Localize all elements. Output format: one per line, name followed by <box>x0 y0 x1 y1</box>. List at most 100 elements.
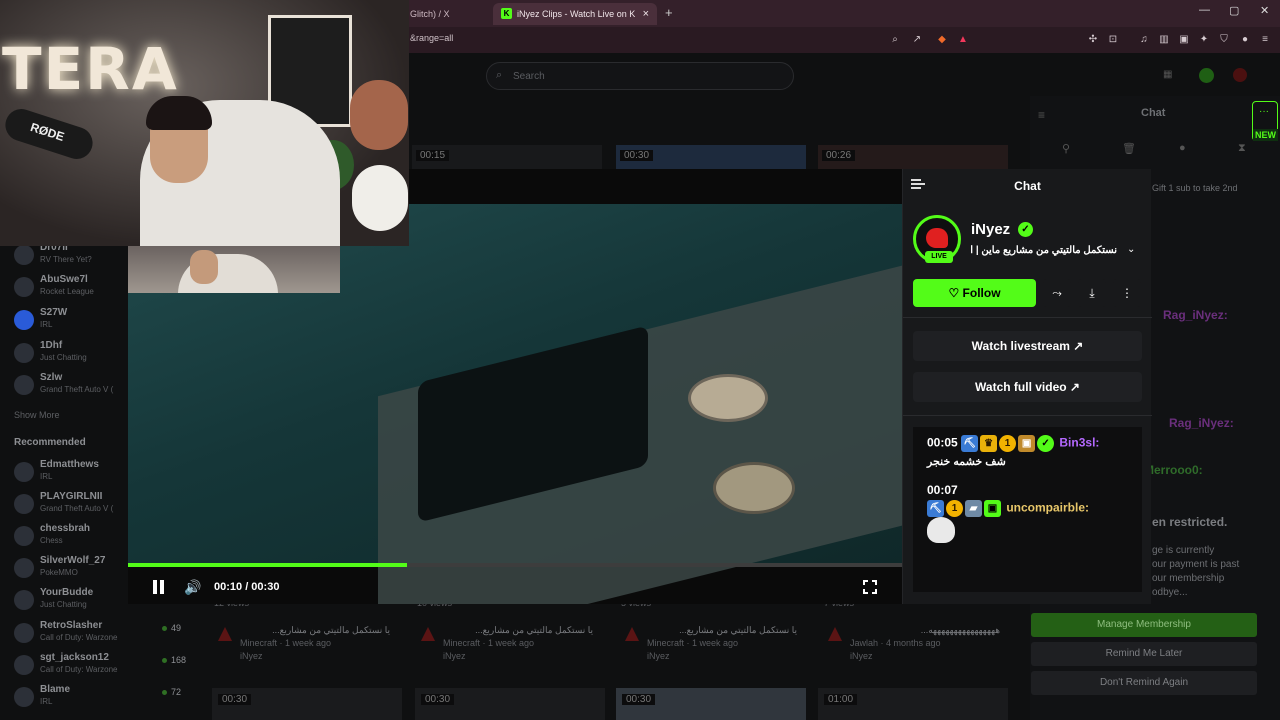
sidebar-item-category: RV There Yet? <box>40 255 92 264</box>
chat-username: Merrooo0: <box>1144 463 1203 477</box>
gift-badge-icon: ▣ <box>1018 435 1036 452</box>
sidebar-item-name: chessbrah <box>40 523 91 534</box>
message-text: شف خشمه خنجر <box>927 456 1006 468</box>
fullscreen-icon[interactable] <box>863 580 877 594</box>
channel-logo-icon <box>926 228 948 248</box>
wallet-icon[interactable]: ▣ <box>1178 34 1190 46</box>
screenshot-icon[interactable]: ⊡ <box>1107 34 1119 46</box>
search-input[interactable]: ⌕ Search <box>486 62 794 90</box>
extensions-icon[interactable]: ✣ <box>1087 34 1099 46</box>
streamer-head <box>190 250 218 284</box>
channel-name[interactable]: iNyez <box>971 221 1010 238</box>
chat-bubble-icon[interactable]: ● <box>1179 142 1186 154</box>
sidebar-item[interactable]: RetroSlasher Call of Duty: Warzone 49 <box>14 620 194 650</box>
avatar <box>14 687 34 707</box>
clip-thumb[interactable]: 00:30 <box>212 688 402 720</box>
chat-message: 00:05 ⛏ ♛ 1 ▣ ✓ Bin3sl: شف خشمه خنجر <box>927 435 1137 468</box>
clip-thumb[interactable]: 00:30 <box>616 145 806 169</box>
sidebar-item-name: sgt_jackson12 <box>40 652 109 663</box>
follow-label: Follow <box>962 286 1001 300</box>
clip-card[interactable]: 7 viewsههههههههههههههههه...Jawlah · 4 mo… <box>822 595 1012 665</box>
brave-shield-icon[interactable]: ◆ <box>936 34 948 46</box>
clip-thumb[interactable]: 00:30 <box>415 688 605 720</box>
minimize-icon[interactable]: — <box>1199 4 1210 16</box>
restricted-text: en restricted. <box>1152 515 1228 529</box>
manage-membership-button[interactable]: Manage Membership <box>1031 613 1257 637</box>
sidebar-item-name: RetroSlasher <box>40 620 103 631</box>
chevron-down-icon[interactable]: ⌄ <box>1127 244 1135 255</box>
watch-full-video-button[interactable]: Watch full video ↗ <box>913 372 1142 402</box>
profile-icon[interactable]: ● <box>1239 34 1251 46</box>
kick-profile-icon[interactable] <box>1199 68 1214 83</box>
close-window-icon[interactable]: ✕ <box>1260 4 1269 17</box>
avatar <box>14 462 34 482</box>
message-timestamp: 00:05 <box>927 435 958 450</box>
viewer-count: 168 <box>162 655 186 665</box>
dont-remind-button[interactable]: Don't Remind Again <box>1031 671 1257 695</box>
message-username[interactable]: uncompairble: <box>1006 501 1089 515</box>
clip-card[interactable]: 5 viewsيا نستكمل مالتيتي من مشاريع...Min… <box>619 595 809 665</box>
avatar <box>14 623 34 643</box>
clip-thumb[interactable]: 01:00 <box>818 688 1008 720</box>
browser-tab-active[interactable]: K iNyez Clips - Watch Live on K × <box>493 3 657 25</box>
clip-duration: 00:30 <box>218 694 252 705</box>
avatar <box>14 310 34 330</box>
verified-icon: ✓ <box>1018 222 1033 237</box>
user-avatar[interactable] <box>1233 68 1247 82</box>
sidebar-item[interactable]: sgt_jackson12 Call of Duty: Warzone 168 <box>14 652 194 682</box>
new-tab-icon[interactable]: + <box>665 5 673 20</box>
collapse-chat-icon[interactable]: ≡ <box>1038 108 1045 122</box>
inbox-icon[interactable]: ▦ <box>1163 69 1172 80</box>
pause-icon[interactable] <box>152 580 166 594</box>
manage-membership-label: Manage Membership <box>1097 619 1191 630</box>
share-icon[interactable]: ↗ <box>911 34 923 46</box>
more-vertical-icon[interactable]: ⋮ <box>1113 279 1141 307</box>
sidebar-icon[interactable]: ▥ <box>1158 34 1170 46</box>
dont-remind-label: Don't Remind Again <box>1099 677 1189 688</box>
membership-text: our membership <box>1152 573 1225 584</box>
watch-livestream-button[interactable]: Watch livestream ↗ <box>913 331 1142 361</box>
url-field[interactable]: &range=all <box>410 33 453 43</box>
leo-icon[interactable]: ✦ <box>1198 34 1210 46</box>
download-icon[interactable]: ⤓ <box>1078 279 1106 307</box>
avatar <box>828 627 842 641</box>
message-username[interactable]: Bin3sl: <box>1059 436 1099 450</box>
zoom-icon[interactable]: ⌕ <box>889 34 901 46</box>
avatar <box>14 245 34 265</box>
browser-tab-1[interactable]: Glitch) / X <box>402 3 492 25</box>
menu-icon[interactable]: ≡ <box>1259 34 1271 46</box>
clip-duration: 00:30 <box>421 694 455 705</box>
volume-icon[interactable]: 🔊 <box>184 579 201 596</box>
close-tab-icon[interactable]: × <box>643 3 649 25</box>
clip-card[interactable]: 12 viewsيا نستكمل مالتيتي من مشاريع...Mi… <box>212 595 402 665</box>
external-link-icon: ↗ <box>1066 380 1080 394</box>
sidebar-item[interactable]: Blame IRL 72 <box>14 684 194 714</box>
avatar <box>421 627 435 641</box>
clip-thumb[interactable]: 00:15 <box>412 145 602 169</box>
chat-username: Rag_iNyez: <box>1169 416 1234 430</box>
heart-icon: ♡ <box>948 286 963 300</box>
brave-rewards-icon[interactable]: ▲ <box>957 34 969 46</box>
watch-livestream-label: Watch livestream <box>971 339 1070 353</box>
show-more-link[interactable]: Show More <box>14 410 60 420</box>
clip-card[interactable]: 10 viewsيا نستكمل مالتيتي من مشاريع...Mi… <box>415 595 605 665</box>
fullscreen-corner <box>872 589 877 594</box>
clip-thumb[interactable]: 00:26 <box>818 145 1008 169</box>
follow-button[interactable]: ♡ Follow <box>913 279 1036 307</box>
viewer-count: 49 <box>162 623 181 633</box>
music-icon[interactable]: ♫ <box>1138 34 1150 46</box>
timer-icon[interactable]: ⧗ <box>1238 142 1246 155</box>
share-icon[interactable]: ⤳ <box>1043 279 1071 307</box>
pin-icon[interactable]: ⚲ <box>1062 142 1070 155</box>
vpn-icon[interactable]: ⛉ <box>1218 34 1230 46</box>
chat-username: Rag_iNyez: <box>1163 308 1228 322</box>
sidebar-item-category: Call of Duty: Warzone <box>40 633 118 642</box>
chat-message-list: 00:05 ⛏ ♛ 1 ▣ ✓ Bin3sl: شف خشمه خنجر 00:07 ⛏… <box>913 427 1142 592</box>
clip-thumb[interactable]: 00:30 <box>616 688 806 720</box>
membership-text: odbye... <box>1152 587 1188 598</box>
membership-text: ge is currently <box>1152 545 1215 556</box>
remind-later-button[interactable]: Remind Me Later <box>1031 642 1257 666</box>
divider <box>903 317 1152 318</box>
trash-icon[interactable]: 🗑 <box>1122 142 1136 155</box>
restore-icon[interactable]: ▢ <box>1229 4 1239 17</box>
